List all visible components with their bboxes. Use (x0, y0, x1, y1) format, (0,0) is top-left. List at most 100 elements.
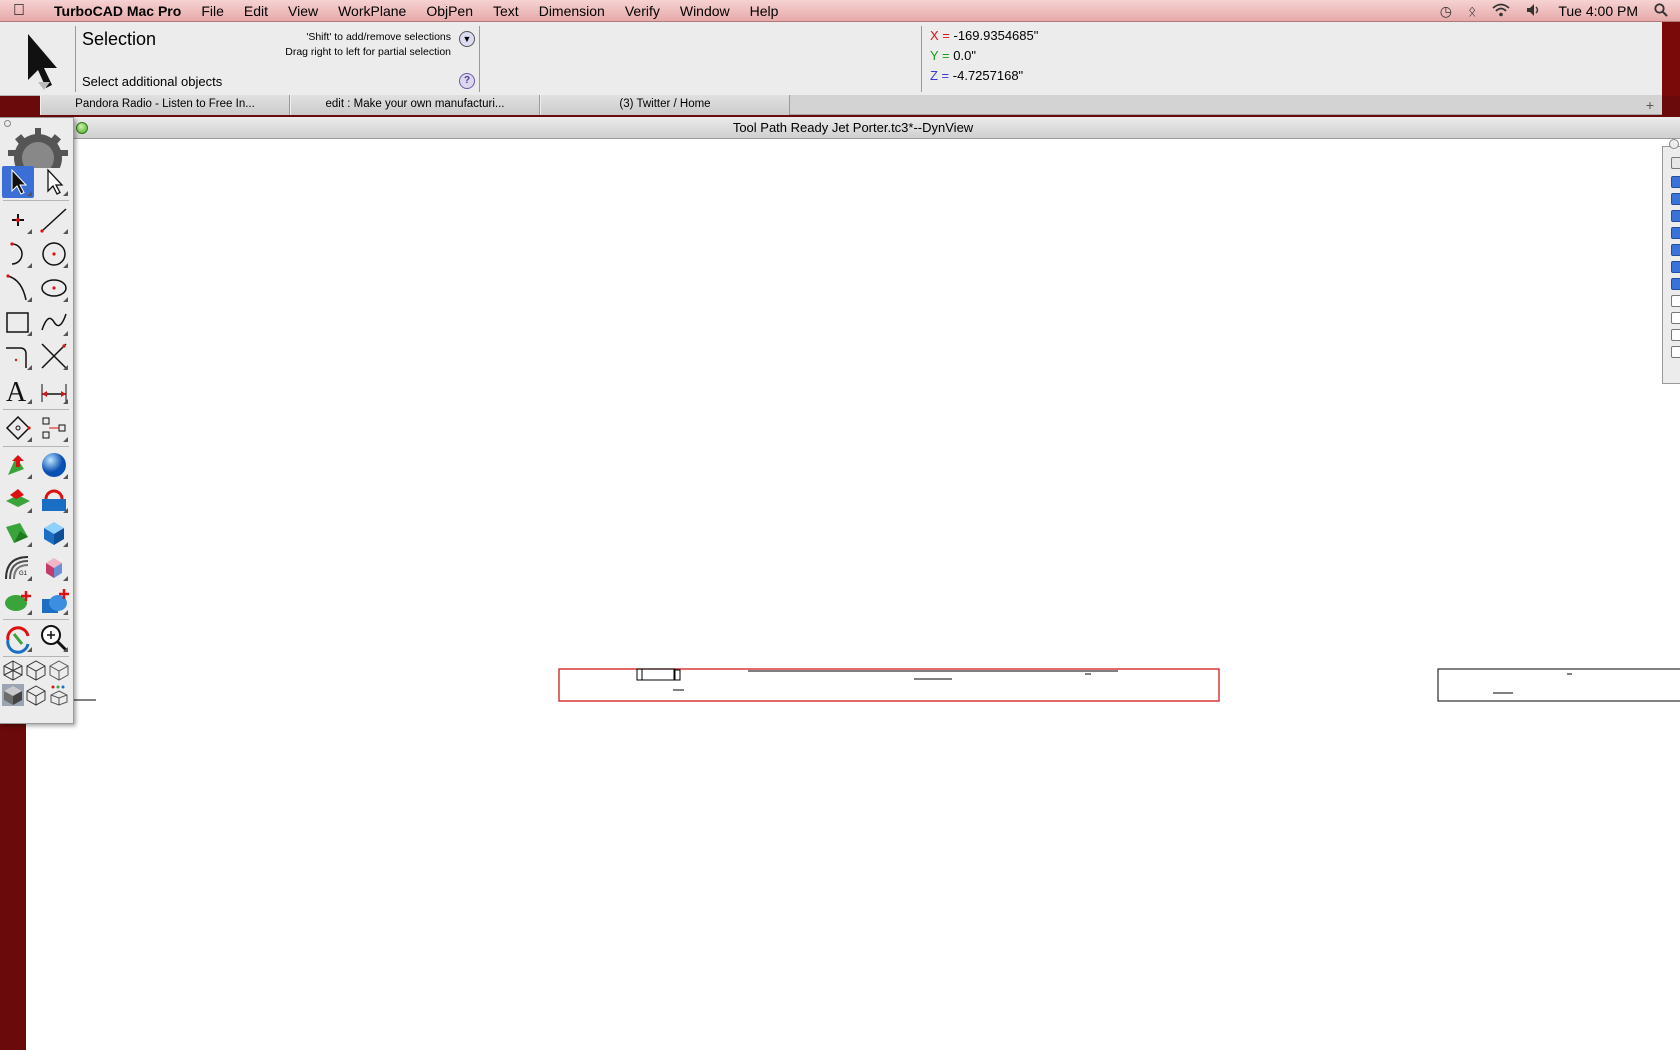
spotlight-icon[interactable] (1654, 2, 1668, 20)
line-tool-button[interactable] (38, 204, 70, 236)
coord-x-label: X = (930, 28, 950, 43)
coord-x-value[interactable]: -169.9354685" (954, 28, 1039, 43)
tool-hint: 'Shift' to add/remove selections (306, 31, 451, 43)
layer-visible-checkbox[interactable] (1671, 329, 1680, 341)
layers-palette (1662, 139, 1680, 384)
drawing-canvas[interactable] (26, 117, 1680, 1050)
scrollbar[interactable] (1662, 22, 1680, 96)
tab-edit[interactable]: edit : Make your own manufacturi... (290, 95, 540, 115)
inspector-bar: Selection 'Shift' to add/remove selectio… (0, 22, 1680, 96)
gear-icon[interactable] (8, 128, 68, 182)
coord-y-label: Y = (930, 48, 950, 63)
bluetooth-icon[interactable]: ᛟ (1468, 3, 1476, 19)
curve-tool-button[interactable] (2, 272, 34, 304)
wifi-icon[interactable] (1492, 3, 1510, 20)
palette-close-button[interactable] (4, 120, 11, 127)
hidden-line-view-icon[interactable] (25, 659, 47, 681)
layer-visible-checkbox[interactable] (1671, 312, 1680, 324)
svg-text:A: A (6, 377, 27, 406)
text-tool-button[interactable]: A (2, 374, 34, 408)
boolean-tool-button[interactable] (38, 483, 70, 515)
circle-tool-button[interactable] (38, 238, 70, 270)
rectangle-tool-button[interactable] (2, 306, 34, 338)
ellipse-tool-button[interactable] (38, 272, 70, 304)
new-tab-icon[interactable]: + (1646, 95, 1654, 115)
edit-tool-button[interactable] (38, 166, 70, 198)
clock[interactable]: Tue 4:00 PM (1558, 3, 1638, 19)
menu-view[interactable]: View (278, 3, 328, 19)
coord-z-label: Z = (930, 68, 950, 83)
apple-icon[interactable]:  (0, 2, 38, 20)
render-view-icon[interactable] (48, 684, 70, 706)
arc-tool-button[interactable] (2, 238, 34, 270)
align-tool-button[interactable] (38, 412, 70, 444)
tab-twitter[interactable]: (3) Twitter / Home (540, 95, 790, 115)
point-tool-button[interactable] (2, 204, 34, 236)
layer-visible-checkbox[interactable] (1671, 346, 1680, 358)
layer-visible-checkbox[interactable] (1671, 244, 1680, 256)
help-button[interactable]: ? (459, 73, 475, 89)
drawing-part[interactable] (636, 668, 676, 681)
menu-window[interactable]: Window (670, 3, 740, 19)
trim-tool-button[interactable] (38, 340, 70, 372)
app-menu[interactable]: TurboCAD Mac Pro (38, 3, 191, 19)
menu-objpen[interactable]: ObjPen (416, 3, 483, 19)
select-tool-large-icon (6, 28, 70, 90)
shaded-view-icon[interactable] (2, 684, 24, 706)
palette-close-button[interactable] (1669, 139, 1679, 149)
menu-verify[interactable]: Verify (615, 3, 670, 19)
layer-visible-checkbox[interactable] (1671, 261, 1680, 273)
iso-view-icon[interactable] (48, 659, 70, 681)
layer-visible-checkbox[interactable] (1671, 278, 1680, 290)
selected-drawing-object[interactable] (558, 668, 1220, 702)
menu-workplane[interactable]: WorkPlane (328, 3, 416, 19)
layer-visible-checkbox[interactable] (1671, 295, 1680, 307)
coord-z-row: Z = -4.7257168" (930, 66, 1661, 86)
add-object-tool-button[interactable] (2, 585, 34, 617)
sphere-tool-button[interactable] (38, 449, 70, 481)
fillet-tool-button[interactable] (2, 340, 34, 372)
layer-visible-checkbox[interactable] (1671, 176, 1680, 188)
box-tool-button[interactable] (38, 517, 70, 549)
time-machine-icon[interactable]: ◷ (1440, 3, 1452, 20)
browser-tab-strip: Pandora Radio - Listen to Free In... edi… (40, 95, 1662, 115)
toolbox-palette: A G1 (0, 117, 74, 724)
coord-z-value[interactable]: -4.7257168" (953, 68, 1023, 83)
layer-visible-checkbox[interactable] (1671, 227, 1680, 239)
coord-x-row: X = -169.9354685" (930, 26, 1661, 46)
extrude-tool-button[interactable] (2, 449, 34, 481)
zoom-tool-button[interactable] (38, 622, 70, 654)
options-dropdown-button[interactable]: ▼ (459, 31, 475, 47)
material-tool-button[interactable] (38, 551, 70, 583)
svg-text:G1: G1 (19, 571, 28, 577)
menu-dimension[interactable]: Dimension (529, 3, 615, 19)
transform-tool-button[interactable] (2, 412, 34, 444)
drawing-object[interactable] (1437, 668, 1680, 702)
coord-y-value[interactable]: 0.0" (953, 48, 976, 63)
toolbar-separator (3, 446, 69, 447)
layer-visible-checkbox[interactable] (1671, 193, 1680, 205)
spline-tool-button[interactable] (38, 306, 70, 338)
loft-tool-button[interactable] (2, 517, 34, 549)
layer-header-checkbox[interactable] (1671, 157, 1680, 169)
dimension-tool-button[interactable] (38, 374, 70, 406)
toolbar-separator (3, 656, 69, 657)
layer-visible-checkbox[interactable] (1671, 210, 1680, 222)
volume-icon[interactable] (1526, 3, 1542, 20)
menu-text[interactable]: Text (483, 3, 529, 19)
select-tool-button[interactable] (2, 166, 34, 198)
add-solid-tool-button[interactable] (38, 585, 70, 617)
orbit-tool-button[interactable] (2, 622, 34, 654)
wireframe-view-icon[interactable] (2, 659, 24, 681)
status-menus: ◷ ᛟ Tue 4:00 PM (1440, 0, 1668, 22)
revolve-tool-button[interactable] (2, 483, 34, 515)
outline-view-icon[interactable] (25, 684, 47, 706)
menu-file[interactable]: File (191, 3, 234, 19)
menu-help[interactable]: Help (740, 3, 789, 19)
tab-pandora[interactable]: Pandora Radio - Listen to Free In... (40, 95, 290, 115)
toolpath-tool-button[interactable]: G1 (2, 551, 34, 583)
toolbar-separator (3, 409, 69, 410)
coordinate-readout: X = -169.9354685" Y = 0.0" Z = -4.725716… (921, 26, 1661, 92)
menu-edit[interactable]: Edit (234, 3, 278, 19)
coord-y-row: Y = 0.0" (930, 46, 1661, 66)
